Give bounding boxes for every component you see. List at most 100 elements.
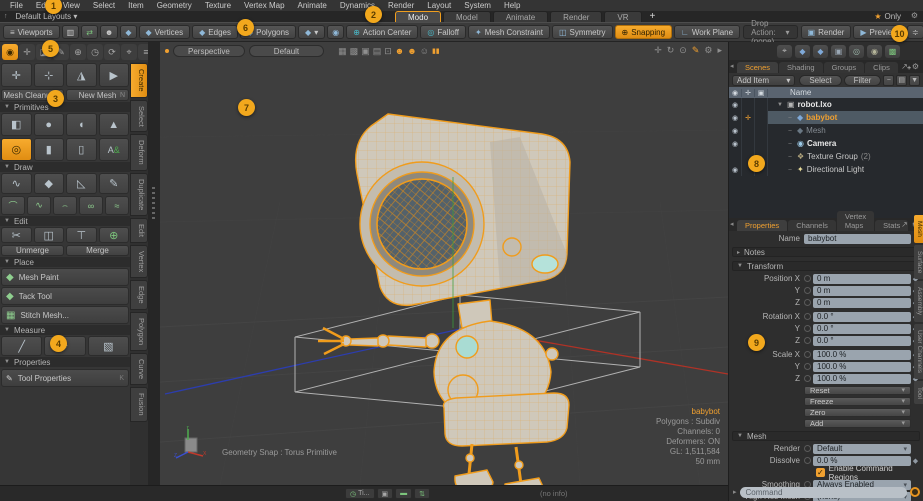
tab-user-channels[interactable]: User Channels: [914, 324, 923, 379]
mesh-section-header[interactable]: ▼ Mesh: [732, 431, 920, 441]
layers-button[interactable]: ▣: [377, 488, 394, 499]
item-mode-icon-button[interactable]: ☻: [100, 25, 118, 39]
tab-curve[interactable]: Curve: [130, 353, 148, 385]
position-y-field[interactable]: 0 m: [813, 286, 911, 296]
expand-arrow[interactable]: –: [786, 128, 794, 134]
tab-vertex-maps[interactable]: Vertex Maps: [837, 211, 874, 231]
minus-icon-button[interactable]: −: [883, 75, 894, 86]
grid-toggle-icon[interactable]: ▦: [338, 46, 347, 57]
freeze-button[interactable]: Freeze▾: [804, 397, 911, 406]
show-items-toggle-icon[interactable]: ☻: [395, 46, 404, 56]
align-tool-icon[interactable]: ▶: [99, 63, 130, 87]
channel-dot[interactable]: [804, 445, 811, 452]
pivot-tool-icon[interactable]: ◮: [66, 63, 97, 87]
channel-dot[interactable]: [804, 363, 811, 370]
ribbon-tool-geometry[interactable]: ◉: [2, 44, 18, 60]
cube-primitive-button[interactable]: ◧: [1, 113, 32, 136]
tab-fusion[interactable]: Fusion: [130, 387, 148, 422]
pause-toggle-icon[interactable]: ▮▮: [432, 47, 440, 55]
expand-icon[interactable]: ↗: [901, 62, 908, 71]
eye-icon[interactable]: ◉: [729, 163, 742, 176]
pin-cell[interactable]: [742, 98, 755, 111]
transform-section-header[interactable]: ▼ Transform: [732, 261, 920, 271]
magnify-icon[interactable]: ⌖: [777, 45, 792, 58]
eye-icon[interactable]: ◉: [729, 137, 742, 150]
torus-primitive-button[interactable]: ◎: [1, 138, 32, 161]
name-field[interactable]: babybot: [804, 234, 911, 244]
tab-channels[interactable]: Channels: [788, 220, 836, 231]
texture-toggle-icon[interactable]: ▤: [373, 46, 382, 57]
tab-render[interactable]: Render: [550, 11, 602, 22]
panel-icon-button[interactable]: ▥: [62, 25, 80, 39]
shading-style-dropdown[interactable]: Default: [249, 45, 324, 57]
symmetry-button[interactable]: ◫ Symmetry: [552, 25, 613, 39]
position-x-field[interactable]: 0 m: [813, 274, 911, 284]
fix-tool-button[interactable]: ⊕: [99, 227, 130, 243]
tab-animate[interactable]: Animate: [493, 11, 548, 22]
scale-z-field[interactable]: 100.0 %: [813, 374, 911, 384]
tab-create[interactable]: Create: [130, 63, 148, 98]
tab-duplicate[interactable]: Duplicate: [130, 173, 148, 216]
knife-tool-button[interactable]: ✂: [1, 227, 32, 243]
tab-clips[interactable]: Clips: [865, 62, 898, 73]
camera-view-dropdown[interactable]: Perspective: [173, 45, 245, 57]
tab-scenes[interactable]: Scenes: [737, 62, 778, 73]
ribbon-tool-snap[interactable]: ⊕: [70, 44, 86, 60]
menu-texture[interactable]: Texture: [205, 1, 231, 10]
default-layouts-dropdown[interactable]: Default Layouts ▾: [16, 12, 78, 21]
tab-deform[interactable]: Deform: [130, 134, 148, 171]
time-button[interactable]: ◷ Ti...: [345, 488, 375, 499]
channel-dot[interactable]: [804, 325, 811, 332]
tab-tool[interactable]: Tool: [914, 381, 923, 405]
item-row-scene[interactable]: ◉ ▼ ▣ robot.lxo: [729, 98, 923, 111]
zoom-icon[interactable]: ⊙: [679, 45, 687, 56]
channel-dot[interactable]: [804, 457, 811, 464]
add-item-dropdown[interactable]: Add Item ▾: [732, 75, 795, 86]
settings-icon[interactable]: ⚙: [704, 45, 712, 56]
falloff-button[interactable]: ◎ Falloff: [420, 25, 466, 39]
tube-primitive-button[interactable]: ▯: [66, 138, 97, 161]
add-layout-tab-button[interactable]: +: [644, 11, 662, 22]
pin-tool-button[interactable]: ⊤: [66, 227, 97, 243]
camera-icon-button[interactable]: ◉: [327, 25, 344, 39]
ribbon-tool-history[interactable]: ◷: [87, 44, 103, 60]
rotation-x-field[interactable]: 0.0 °: [813, 312, 911, 322]
edit-icon[interactable]: ✎: [692, 45, 700, 56]
item-row-mesh[interactable]: ◉ – ◆ Mesh: [729, 124, 923, 137]
work-plane-button[interactable]: ∟ Work Plane: [674, 25, 740, 39]
cylinder-primitive-button[interactable]: ▮: [34, 138, 65, 161]
place-section-header[interactable]: ▼ Place: [0, 257, 130, 267]
show-locators-toggle-icon[interactable]: ☻: [407, 46, 416, 56]
range-button[interactable]: ▬: [395, 488, 412, 499]
channel-dot[interactable]: [804, 287, 811, 294]
plane-draw-button[interactable]: ◆: [34, 173, 65, 194]
expand-arrow[interactable]: ▼: [776, 102, 784, 108]
expand-arrow[interactable]: –: [786, 141, 794, 147]
notes-section-header[interactable]: ▸ Notes: [732, 247, 920, 257]
expand-arrow[interactable]: –: [786, 167, 794, 173]
drop-action-dropdown[interactable]: Drop Action: (none) ▾: [743, 25, 797, 39]
outline-toggle-icon[interactable]: ⊡: [384, 46, 392, 57]
scale-x-field[interactable]: 100.0 %: [813, 350, 911, 360]
dissolve-field[interactable]: 0.0 %: [813, 456, 911, 466]
select-button[interactable]: Select: [799, 75, 841, 86]
mesh-paint-button[interactable]: ◆ Mesh Paint: [1, 268, 129, 286]
up-arrow-icon[interactable]: ↑: [4, 13, 8, 20]
sphere-item-icon[interactable]: ◉: [867, 45, 882, 58]
tab-modo[interactable]: Modo: [395, 11, 441, 22]
polygon-draw-button[interactable]: ◺: [66, 173, 97, 194]
tab-properties[interactable]: Properties: [737, 220, 787, 231]
rotation-z-field[interactable]: 0.0 °: [813, 336, 911, 346]
viewports-button[interactable]: ≡ Viewports: [3, 25, 60, 39]
curve-button[interactable]: ∿: [27, 196, 51, 215]
menu-vertex-map[interactable]: Vertex Map: [244, 1, 284, 10]
layer-cell[interactable]: [755, 111, 768, 124]
properties-section-header[interactable]: ▼ Properties: [0, 357, 130, 367]
gear-icon[interactable]: ⚙: [911, 11, 918, 20]
expand-arrow[interactable]: –: [786, 154, 794, 160]
eye-icon[interactable]: ◉: [729, 98, 742, 111]
rotation-y-field[interactable]: 0.0 °: [813, 324, 911, 334]
menu-geometry[interactable]: Geometry: [157, 1, 192, 10]
menu-item[interactable]: Item: [128, 1, 144, 10]
layer-cell[interactable]: [755, 137, 768, 150]
